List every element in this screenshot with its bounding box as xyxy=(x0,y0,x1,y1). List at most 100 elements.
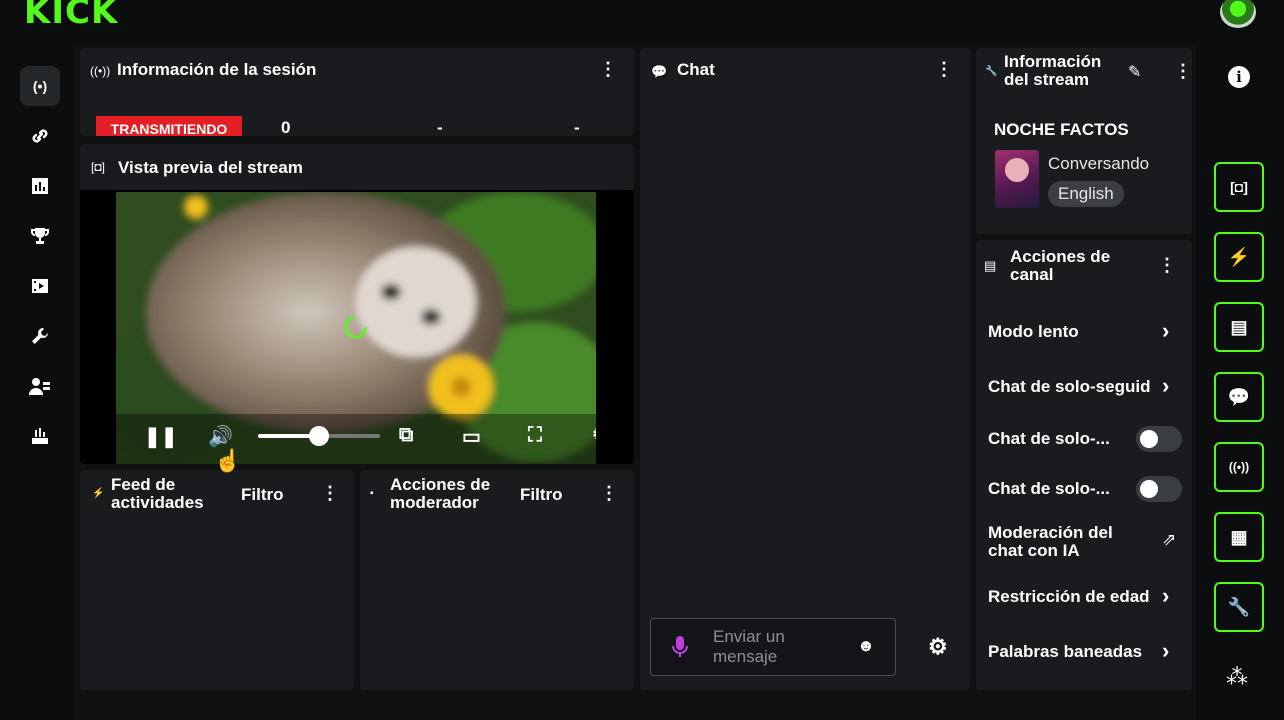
hedgehog-preview-image xyxy=(116,192,596,464)
fullscreen-icon[interactable]: ⛶ xyxy=(528,424,542,447)
stream-info-panel: 🔧 Información del stream ✎ ⋮ NOCHE FACTO… xyxy=(976,48,1192,234)
right-rail: i [◘] ⚡ ▤ 💬 ((•)) ▦ 🔧 ⁂ xyxy=(1196,46,1278,720)
theater-icon[interactable]: ▭ xyxy=(462,424,481,449)
mouse-cursor: ☝ xyxy=(214,448,242,473)
nav-uploads-button[interactable] xyxy=(20,416,60,456)
volume-icon[interactable]: 🔊 xyxy=(208,424,233,449)
action-label: Modo lento xyxy=(988,322,1079,341)
broadcast-icon: (•) xyxy=(32,78,48,94)
rail-channel-actions-button[interactable]: ▦ xyxy=(1214,512,1264,562)
more-options-icon[interactable]: ⋮ xyxy=(935,60,953,78)
volume-handle[interactable] xyxy=(309,426,329,446)
users-icon xyxy=(29,378,50,395)
panel-title: del stream xyxy=(1004,70,1090,89)
user-avatar[interactable] xyxy=(1220,0,1256,28)
video-library-icon xyxy=(32,279,48,293)
rail-session-button[interactable]: ((•)) xyxy=(1214,442,1264,492)
chat-bubble-icon: 💬 xyxy=(1227,386,1251,407)
preview-icon: [◘] xyxy=(1230,179,1248,195)
rail-tools-button[interactable]: 🔧 xyxy=(1214,582,1264,632)
chat-settings-icon[interactable]: ⚙ xyxy=(928,634,948,660)
rail-notes-button[interactable]: ▤ xyxy=(1214,302,1264,352)
notes-icon: ▤ xyxy=(1230,316,1248,337)
action-label: Chat de solo-... xyxy=(988,429,1110,448)
panel-title: canal xyxy=(1010,265,1054,284)
more-options-icon[interactable]: ⋮ xyxy=(599,60,617,78)
more-icon[interactable]: ⁂ xyxy=(1226,664,1248,690)
chevron-right-icon[interactable]: › xyxy=(1162,583,1169,609)
nav-links-button[interactable] xyxy=(20,116,60,156)
viewer-count: 0 xyxy=(281,118,291,136)
emoji-icon[interactable]: ☻ xyxy=(857,636,875,656)
chat-mode-toggle[interactable] xyxy=(1136,476,1182,502)
channel-actions-icon: ▤ xyxy=(984,258,997,273)
panel-title: moderador xyxy=(390,493,479,512)
panel-title: Chat xyxy=(677,60,715,79)
panel-title: Feed de xyxy=(111,475,176,494)
nav-community-button[interactable] xyxy=(20,366,60,406)
action-label: Moderación del xyxy=(988,523,1113,542)
chevron-right-icon[interactable]: › xyxy=(1162,373,1169,399)
edit-pencil-icon[interactable]: ✎ xyxy=(1128,62,1141,82)
channel-actions-panel: ▤ Acciones de canal ⋮ Modo lento › Chat … xyxy=(976,240,1192,690)
pause-icon[interactable]: ❚❚ xyxy=(144,424,178,449)
action-label: Palabras baneadas xyxy=(988,642,1143,661)
panel-title: Información xyxy=(1004,52,1102,71)
info-icon[interactable]: i xyxy=(1228,66,1250,88)
preview-header: [◘] Vista previa del stream xyxy=(80,144,634,190)
action-label: chat con IA xyxy=(988,541,1080,560)
lightning-icon: ⚡ xyxy=(1227,246,1251,267)
nav-broadcast-button[interactable]: (•) xyxy=(20,66,60,106)
kick-logo[interactable]: KICK xyxy=(24,0,118,32)
channel-actions-icon: ▦ xyxy=(1230,526,1248,547)
session-stat: - xyxy=(574,118,580,136)
panel-title: actividades xyxy=(111,493,204,512)
video-player[interactable]: ❚❚ 🔊 ⧉ ▭ ⛶ ⚙ xyxy=(116,192,596,464)
volume-slider[interactable] xyxy=(258,426,380,446)
more-options-icon[interactable]: ⋮ xyxy=(321,484,339,502)
chat-message-input[interactable]: Enviar un mensaje ☻ xyxy=(650,618,896,676)
preview-icon: [◘] xyxy=(91,160,105,174)
nav-achievements-button[interactable] xyxy=(20,216,60,256)
more-options-icon[interactable]: ⋮ xyxy=(600,484,618,502)
settings-icon[interactable]: ⚙ xyxy=(592,424,596,445)
category-name: Conversando xyxy=(1048,154,1150,173)
more-options-icon[interactable]: ⋮ xyxy=(1158,256,1176,274)
chat-bubble-icon: 💬 xyxy=(651,64,668,79)
rail-preview-button[interactable]: [◘] xyxy=(1214,162,1264,212)
link-icon xyxy=(32,129,48,143)
rail-chat-button[interactable]: 💬 xyxy=(1214,372,1264,422)
live-status-badge: TRANSMITIENDO xyxy=(96,116,242,136)
top-bar: KICK xyxy=(6,0,1278,46)
chat-panel: 💬 Chat ⋮ Enviar un mensaje ☻ ⚙ xyxy=(640,48,970,690)
pip-icon[interactable]: ⧉ xyxy=(399,424,413,447)
chat-mode-toggle[interactable] xyxy=(1136,426,1182,452)
chevron-right-icon[interactable]: › xyxy=(1162,318,1169,344)
panel-title: Vista previa del stream xyxy=(118,158,303,177)
wrench-icon: 🔧 xyxy=(985,66,998,77)
session-stat: - xyxy=(437,118,443,136)
action-label: Chat de solo-seguid xyxy=(988,377,1151,396)
microphone-icon[interactable] xyxy=(671,635,689,659)
chat-input-placeholder: mensaje xyxy=(713,647,778,666)
nav-tools-button[interactable] xyxy=(20,316,60,356)
broadcast-icon: ((•)) xyxy=(90,64,111,78)
nav-videos-button[interactable] xyxy=(20,266,60,306)
session-info-panel: ((•)) Información de la sesión ⋮ TRANSMI… xyxy=(80,48,634,136)
more-options-icon[interactable]: ⋮ xyxy=(1174,62,1192,80)
stream-preview-panel: [◘] Vista previa del stream ❚❚ 🔊 ⧉ ▭ ⛶ xyxy=(80,144,634,464)
external-link-icon[interactable]: ⇗ xyxy=(1162,530,1176,550)
panel-title: Acciones de xyxy=(390,475,491,494)
chevron-right-icon[interactable]: › xyxy=(1162,638,1169,664)
filter-button[interactable]: Filtro xyxy=(520,485,563,505)
filter-button[interactable]: Filtro xyxy=(241,485,284,505)
wrench-icon: 🔧 xyxy=(1227,596,1251,617)
panel-title: Acciones de xyxy=(1010,247,1111,266)
left-sidebar: (•) xyxy=(6,46,74,720)
category-thumbnail xyxy=(995,150,1039,208)
rail-quick-actions-button[interactable]: ⚡ xyxy=(1214,232,1264,282)
nav-stats-button[interactable] xyxy=(20,166,60,206)
panel-title: Información de la sesión xyxy=(117,60,317,79)
lightning-icon: ⚡ xyxy=(92,488,105,499)
wrench-icon xyxy=(32,328,48,344)
